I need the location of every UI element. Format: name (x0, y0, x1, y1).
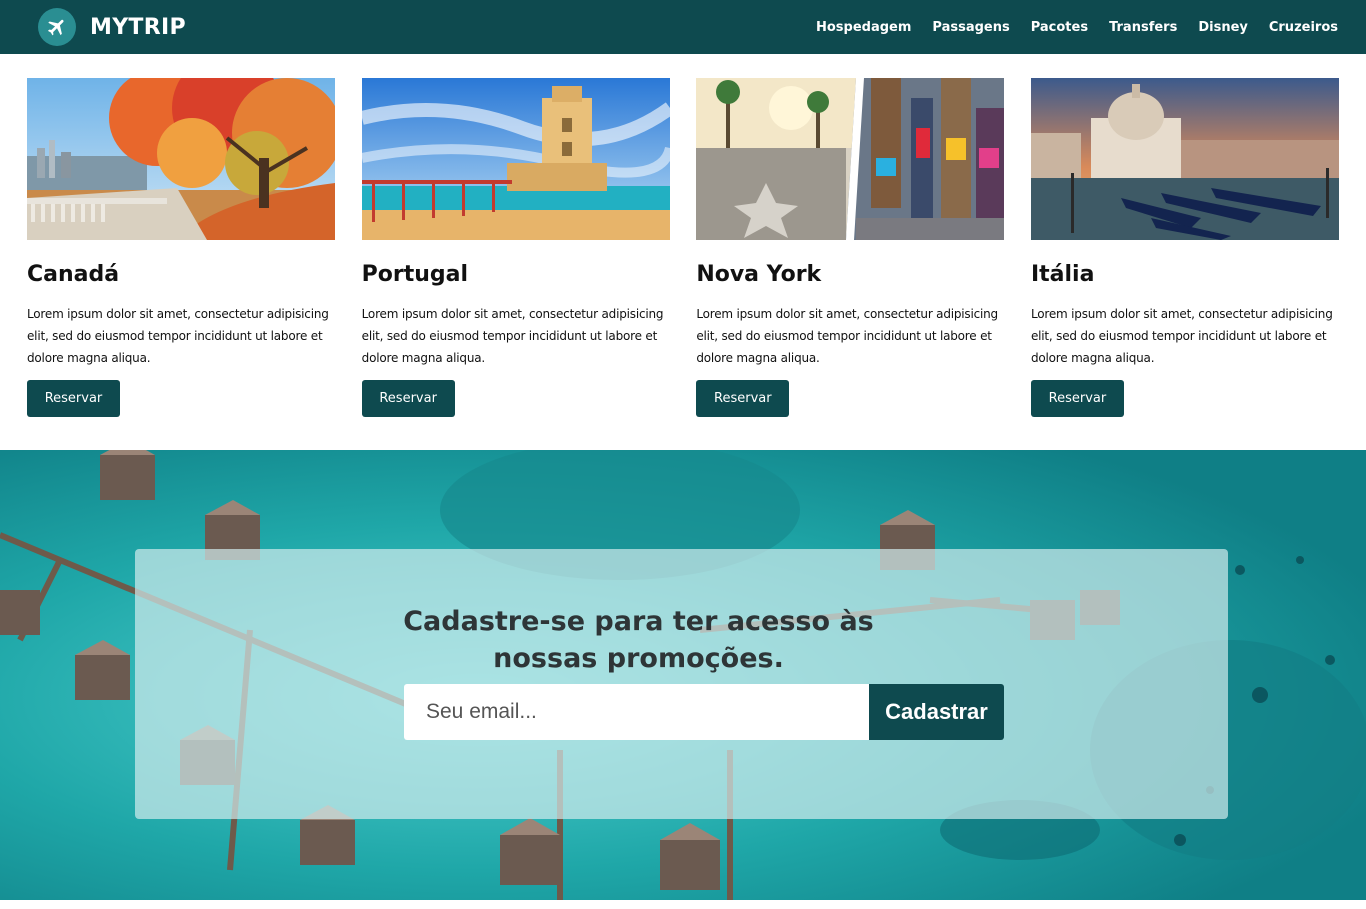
card-description: Lorem ipsum dolor sit amet, consectetur … (1030, 307, 1333, 365)
card-description: Lorem ipsum dolor sit amet, consectetur … (27, 307, 329, 365)
newsletter-banner: Cadastre-se para ter acesso às nossas pr… (0, 450, 1366, 900)
reserve-button[interactable]: Reservar (696, 380, 790, 417)
newsletter-form: Cadastrar (404, 684, 1004, 740)
subscribe-button[interactable]: Cadastrar (869, 684, 1004, 740)
nav-link-hospedagem[interactable]: Hospedagem (816, 20, 911, 35)
destination-card: Portugal Lorem ipsum dolor sit amet, con… (361, 78, 670, 417)
card-title: Canadá (27, 262, 120, 287)
newsletter-panel: Cadastre-se para ter acesso às nossas pr… (135, 549, 1228, 819)
card-title: Itália (1030, 262, 1095, 287)
newsletter-title: Cadastre-se para ter acesso às nossas pr… (403, 606, 874, 674)
nav-link-cruzeiros[interactable]: Cruzeiros (1269, 20, 1338, 35)
airplane-icon (38, 8, 76, 46)
card-image-portugal (361, 78, 670, 240)
card-description: Lorem ipsum dolor sit amet, consectetur … (361, 307, 664, 365)
top-navbar: MYTRIP Hospedagem Passagens Pacotes Tran… (0, 0, 1366, 54)
nav-link-disney[interactable]: Disney (1198, 20, 1248, 35)
nav-link-passagens[interactable]: Passagens (932, 20, 1009, 35)
destination-card: Itália Lorem ipsum dolor sit amet, conse… (1030, 78, 1339, 417)
destination-cards: Canadá Lorem ipsum dolor sit amet, conse… (27, 78, 1339, 417)
nav-link-transfers[interactable]: Transfers (1109, 20, 1177, 35)
card-title: Nova York (696, 262, 822, 287)
card-title: Portugal (361, 262, 469, 287)
card-description: Lorem ipsum dolor sit amet, consectetur … (696, 307, 998, 365)
nav-link-pacotes[interactable]: Pacotes (1031, 20, 1088, 35)
brand[interactable]: MYTRIP (38, 8, 186, 46)
card-image-canada (27, 78, 335, 240)
card-image-italia (1030, 78, 1339, 240)
brand-name: MYTRIP (90, 14, 186, 40)
destination-card: Nova York Lorem ipsum dolor sit amet, co… (696, 78, 1005, 417)
reserve-button[interactable]: Reservar (27, 380, 120, 417)
destination-card: Canadá Lorem ipsum dolor sit amet, conse… (27, 78, 335, 417)
reserve-button[interactable]: Reservar (1030, 380, 1124, 417)
email-input[interactable] (404, 684, 869, 740)
main-nav: Hospedagem Passagens Pacotes Transfers D… (816, 20, 1338, 35)
reserve-button[interactable]: Reservar (361, 380, 455, 417)
card-image-nova-york (696, 78, 1005, 240)
